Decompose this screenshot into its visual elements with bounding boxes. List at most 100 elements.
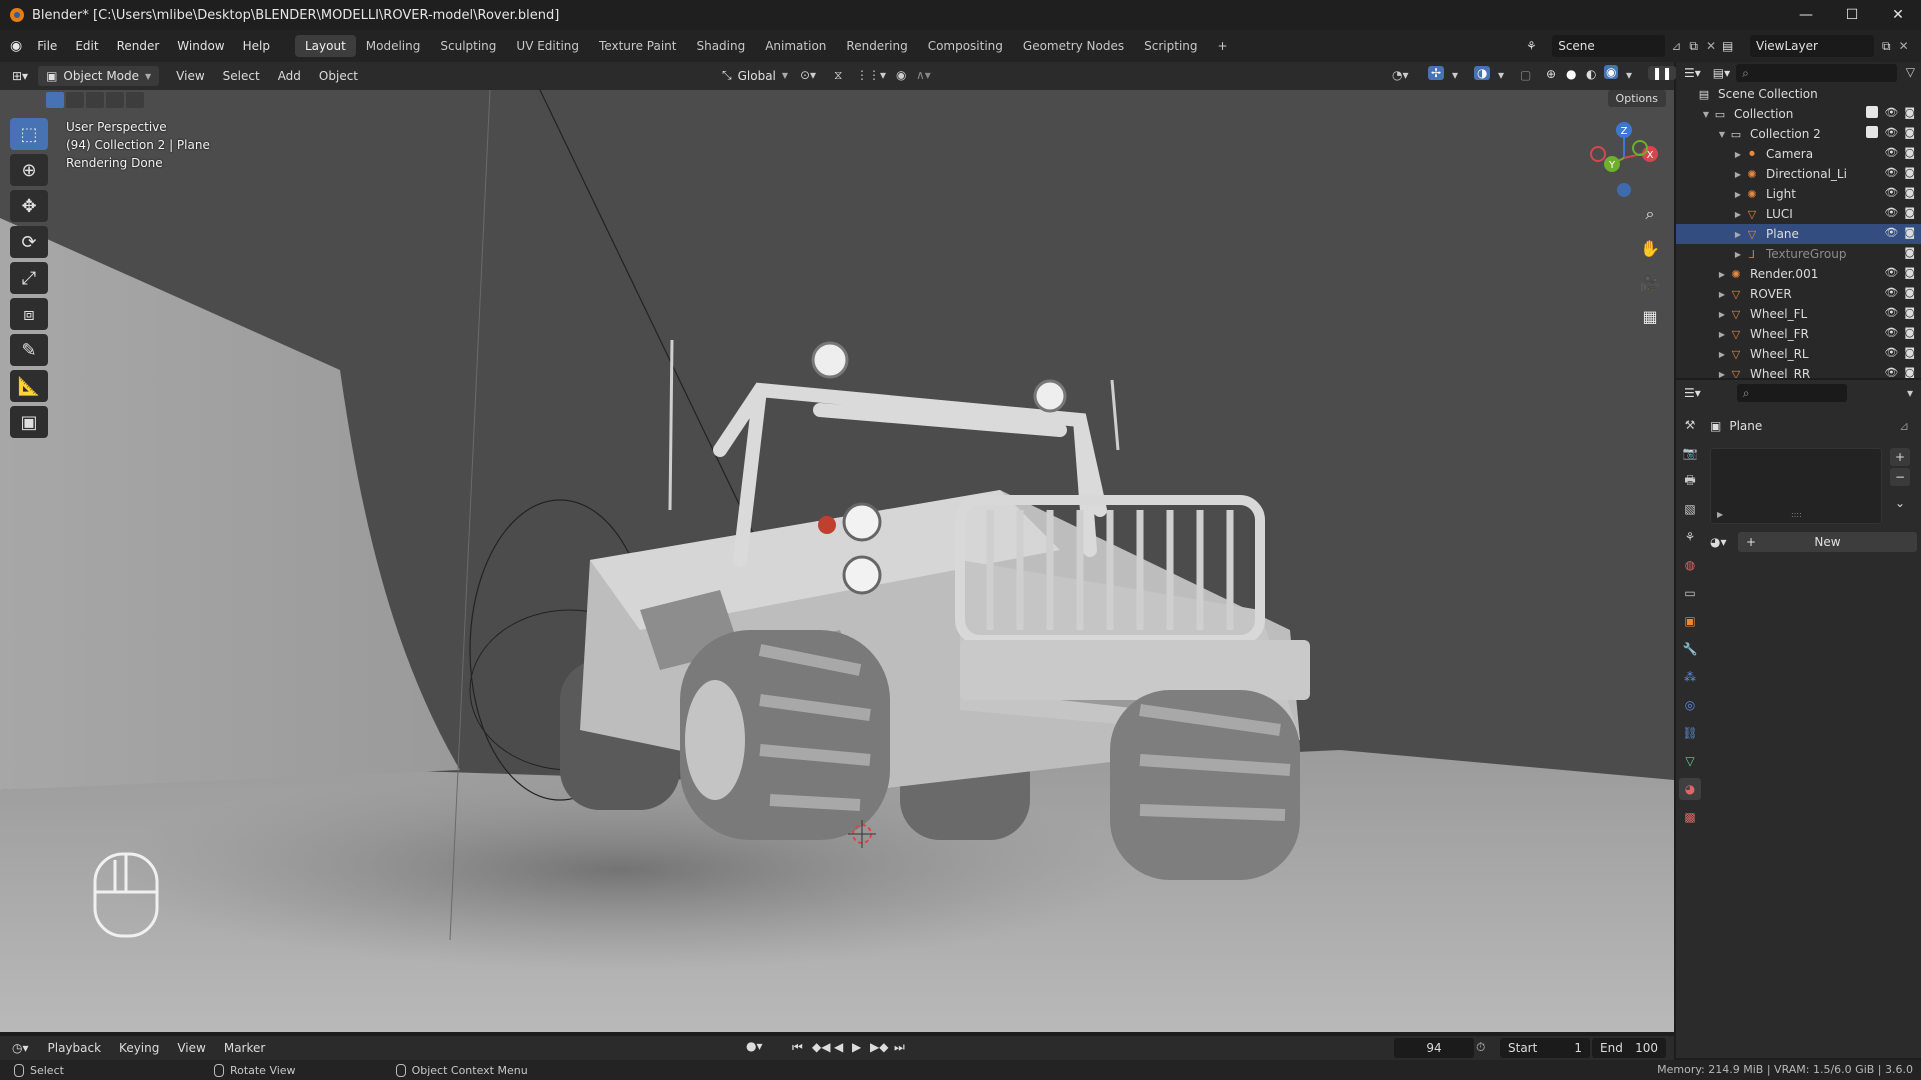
- delete-scene-icon[interactable]: ✕: [1706, 39, 1716, 53]
- menu-playback[interactable]: Playback: [39, 1041, 111, 1055]
- outliner-row[interactable]: ▶ ▽ Wheel_RL 👁 ◙: [1676, 344, 1921, 364]
- falloff-icon[interactable]: ∧▾: [916, 68, 931, 82]
- render-camera-icon[interactable]: ◙: [1904, 186, 1915, 199]
- outliner-row[interactable]: ▶ ▽ Wheel_FR 👁 ◙: [1676, 324, 1921, 344]
- expand-right-icon[interactable]: ▶: [1716, 330, 1728, 339]
- constraints-tab-icon[interactable]: ⛓: [1679, 722, 1701, 744]
- slot-specials-button[interactable]: ⌄: [1890, 494, 1910, 512]
- collection-tab-icon[interactable]: ▭: [1679, 582, 1701, 604]
- options-dropdown[interactable]: Options: [1607, 90, 1666, 107]
- physics-tab-icon[interactable]: ◎: [1679, 694, 1701, 716]
- select-extend-icon[interactable]: [66, 92, 84, 108]
- tab-layout[interactable]: Layout: [294, 35, 356, 57]
- navigation-gizmo[interactable]: Z X Y: [1584, 118, 1664, 208]
- output-tab-icon[interactable]: 🖶: [1679, 470, 1701, 492]
- eye-icon[interactable]: 👁: [1884, 146, 1898, 159]
- expand-right-icon[interactable]: ▶: [1732, 250, 1744, 259]
- transform-tool-icon[interactable]: ⧈: [10, 298, 48, 330]
- start-frame-field[interactable]: Start 1: [1500, 1038, 1590, 1058]
- filter-icon[interactable]: ▽: [1906, 65, 1915, 79]
- add-cube-tool-icon[interactable]: ▣: [10, 406, 48, 438]
- outliner-search-input[interactable]: ⌕: [1736, 64, 1897, 82]
- view-layer-tab-icon[interactable]: ▧: [1679, 498, 1701, 520]
- material-shading-icon[interactable]: ◐: [1586, 67, 1596, 81]
- camera-view-icon[interactable]: 🎥: [1636, 268, 1664, 296]
- jump-keyframe-back-icon[interactable]: ◆◀: [812, 1040, 830, 1054]
- render-camera-icon[interactable]: ◙: [1904, 266, 1915, 279]
- tab-sculpting[interactable]: Sculpting: [430, 35, 506, 57]
- eye-icon[interactable]: 👁: [1884, 326, 1898, 339]
- select-intersect-icon[interactable]: [126, 92, 144, 108]
- eye-icon[interactable]: 👁: [1884, 126, 1898, 139]
- expand-right-icon[interactable]: ▶: [1716, 310, 1728, 319]
- tab-animation[interactable]: Animation: [755, 35, 836, 57]
- display-mode-icon[interactable]: ▤▾: [1713, 66, 1730, 80]
- properties-editor-icon[interactable]: ☰▾: [1684, 386, 1701, 400]
- properties-search-input[interactable]: ⌕: [1736, 384, 1847, 402]
- object-mode-dropdown[interactable]: ▣ Object Mode ▼: [38, 66, 160, 86]
- menu-file[interactable]: File: [28, 39, 66, 53]
- jump-end-icon[interactable]: ⏭: [894, 1040, 905, 1055]
- outliner-row[interactable]: ▼ ▭ Collection 👁 ◙: [1676, 104, 1921, 124]
- resize-handle-icon[interactable]: ::::: [1791, 510, 1802, 519]
- expand-right-icon[interactable]: ▶: [1716, 270, 1728, 279]
- particles-tab-icon[interactable]: ⁂: [1679, 666, 1701, 688]
- blender-menu-icon[interactable]: ◉: [10, 38, 22, 54]
- eye-icon[interactable]: 👁: [1884, 186, 1898, 199]
- view-layer-name-field[interactable]: ViewLayer: [1750, 35, 1874, 57]
- eye-icon[interactable]: 👁: [1884, 366, 1898, 378]
- outliner-row[interactable]: ▶ ✺ Light 👁 ◙: [1676, 184, 1921, 204]
- timeline-editor-icon[interactable]: ◷▾: [12, 1041, 29, 1055]
- render-tab-icon[interactable]: 📷: [1679, 442, 1701, 464]
- pause-render-icon[interactable]: ❚❚: [1648, 66, 1677, 80]
- expand-right-icon[interactable]: ▶: [1716, 350, 1728, 359]
- move-tool-icon[interactable]: ✥: [10, 190, 48, 222]
- menu-object[interactable]: Object: [310, 69, 367, 83]
- material-slot-list[interactable]: ▶ ::::: [1710, 448, 1882, 524]
- snap-target-icon[interactable]: ⋮⋮▾: [856, 68, 886, 82]
- expand-right-icon[interactable]: ▶: [1716, 290, 1728, 299]
- properties-options-icon[interactable]: ▾: [1907, 386, 1913, 400]
- outliner-row[interactable]: ▶ ⅃ TextureGroup ◙: [1676, 244, 1921, 264]
- render-camera-icon[interactable]: ◙: [1904, 146, 1915, 159]
- expand-icon[interactable]: ▶: [1717, 510, 1723, 519]
- eye-icon[interactable]: 👁: [1884, 106, 1898, 119]
- texture-tab-icon[interactable]: ▩: [1679, 806, 1701, 828]
- expand-right-icon[interactable]: ▶: [1732, 190, 1744, 199]
- menu-view[interactable]: View: [167, 69, 213, 83]
- menu-edit[interactable]: Edit: [66, 39, 107, 53]
- outliner-row[interactable]: ▼ ▭ Collection 2 👁 ◙: [1676, 124, 1921, 144]
- select-invert-icon[interactable]: [106, 92, 124, 108]
- tab-rendering[interactable]: Rendering: [836, 35, 917, 57]
- render-camera-icon[interactable]: ◙: [1904, 346, 1915, 359]
- modifier-tab-icon[interactable]: 🔧: [1679, 638, 1701, 660]
- render-camera-icon[interactable]: ◙: [1904, 366, 1915, 378]
- tab-modeling[interactable]: Modeling: [356, 35, 431, 57]
- play-reverse-icon[interactable]: ◀: [834, 1040, 843, 1054]
- jump-start-icon[interactable]: ⏮: [792, 1040, 803, 1055]
- editor-type-icon[interactable]: ⊞▾: [12, 69, 28, 83]
- menu-select[interactable]: Select: [214, 69, 269, 83]
- expand-right-icon[interactable]: ▶: [1732, 150, 1744, 159]
- new-view-layer-icon[interactable]: ⧉: [1882, 39, 1891, 54]
- eye-icon[interactable]: 👁: [1884, 346, 1898, 359]
- select-subtract-icon[interactable]: [86, 92, 104, 108]
- menu-window[interactable]: Window: [168, 39, 233, 53]
- eye-icon[interactable]: 👁: [1884, 286, 1898, 299]
- 3d-viewport[interactable]: User Perspective (94) Collection 2 | Pla…: [0, 90, 1674, 1032]
- jump-keyframe-forward-icon[interactable]: ▶◆: [870, 1040, 888, 1054]
- exclude-checkbox[interactable]: [1866, 126, 1879, 138]
- scene-name-field[interactable]: Scene: [1552, 35, 1666, 57]
- add-slot-button[interactable]: +: [1890, 448, 1910, 466]
- tab-compositing[interactable]: Compositing: [918, 35, 1013, 57]
- expand-right-icon[interactable]: ▶: [1732, 230, 1744, 239]
- rendered-shading-icon[interactable]: ◉: [1604, 65, 1619, 79]
- pan-hand-icon[interactable]: ✋: [1636, 234, 1664, 262]
- wireframe-shading-icon[interactable]: ⊕: [1546, 67, 1556, 81]
- menu-marker[interactable]: Marker: [215, 1041, 274, 1055]
- xray-toggle-icon[interactable]: ▢: [1520, 68, 1531, 82]
- menu-help[interactable]: Help: [234, 39, 279, 53]
- pin-icon[interactable]: ⊿: [1671, 39, 1681, 53]
- world-tab-icon[interactable]: ◍: [1679, 554, 1701, 576]
- expand-down-icon[interactable]: ▼: [1700, 110, 1712, 119]
